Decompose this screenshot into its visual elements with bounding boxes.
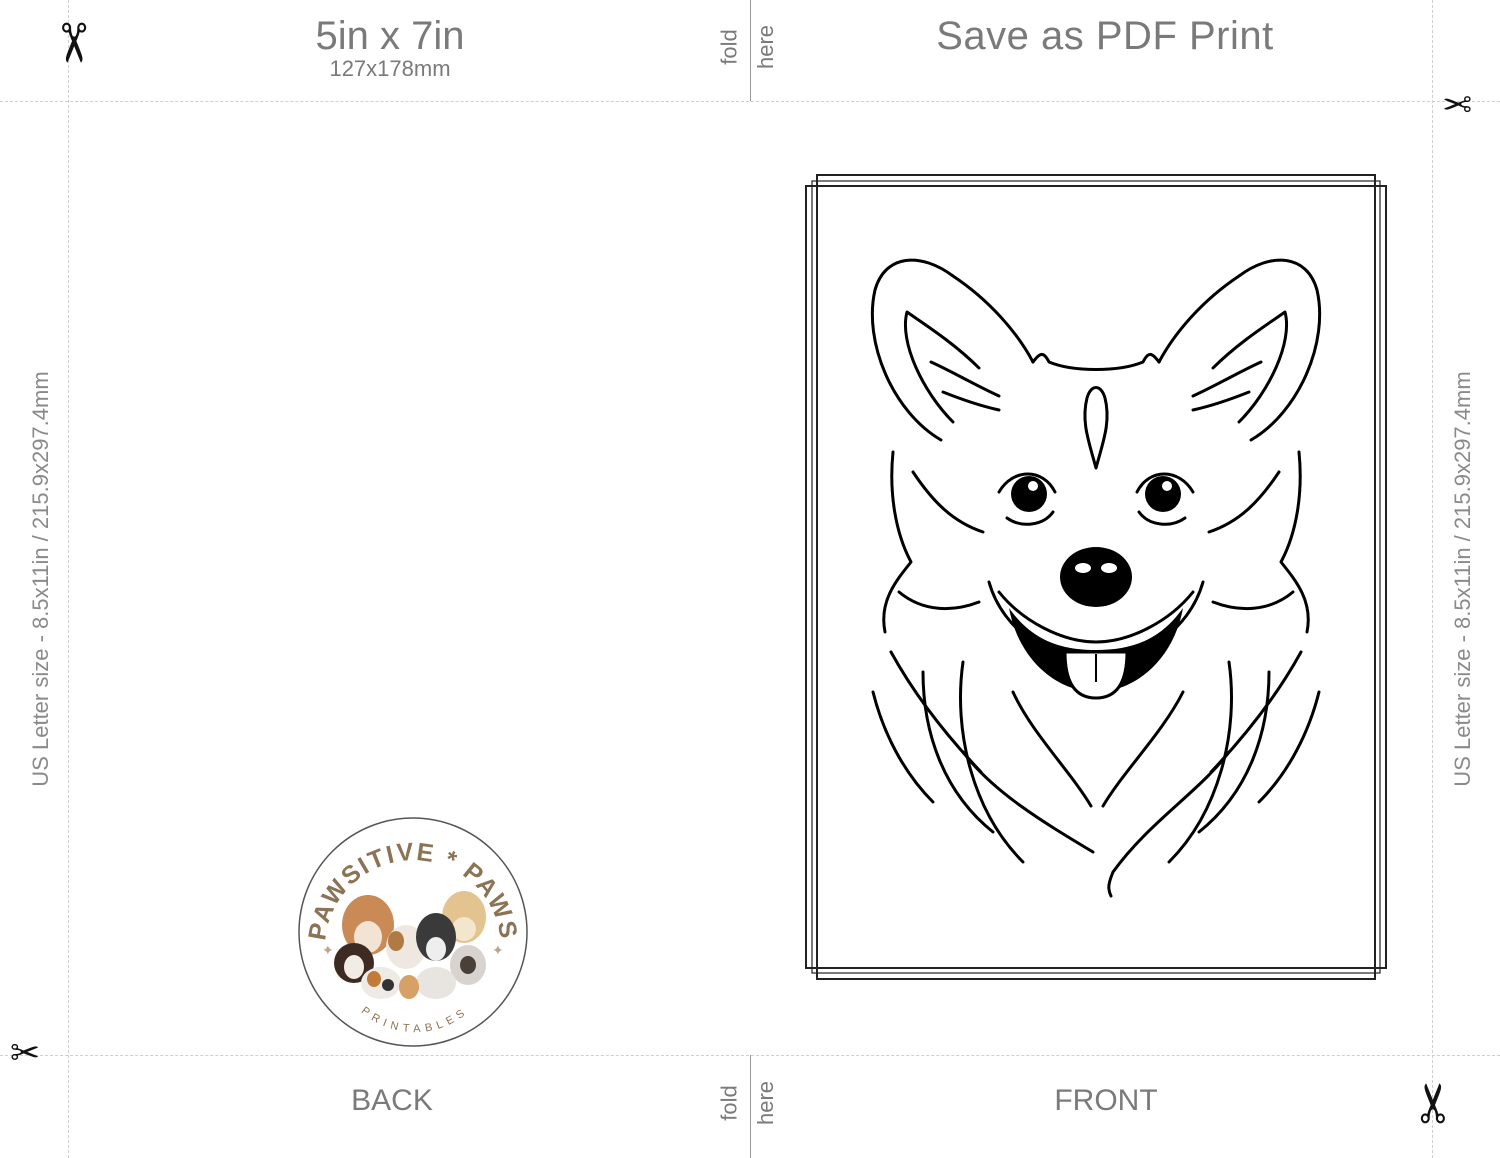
save-print-instruction: Save as PDF Print	[936, 14, 1274, 58]
svg-text:✦: ✦	[322, 943, 334, 959]
back-panel-label: BACK	[351, 1084, 433, 1117]
pawsitive-paws-logo: PAWSITIVE * PAWS PRINTABLES ✦ ✦	[296, 815, 530, 1049]
fold-label-bottom: fold	[716, 1085, 742, 1121]
dog-eyes	[1011, 476, 1181, 512]
scissors-icon: ✂	[41, 20, 105, 66]
here-label-bottom: here	[753, 1080, 779, 1126]
corgi-line-art	[805, 174, 1387, 980]
here-label-top: here	[753, 24, 779, 70]
left-paper-size-label: US Letter size - 8.5x11in / 215.9x297.4m…	[28, 371, 53, 787]
front-panel-label: FRONT	[1054, 1084, 1158, 1117]
fold-label-top: fold	[716, 29, 742, 65]
svg-text:✦: ✦	[492, 943, 504, 959]
right-paper-size-label: US Letter size - 8.5x11in / 215.9x297.4m…	[1450, 371, 1475, 787]
top-fold-line	[750, 0, 751, 101]
card-size-subtitle: 127x178mm	[329, 56, 451, 81]
top-cut-line	[0, 101, 1500, 102]
right-cut-line	[1432, 0, 1433, 1158]
bottom-fold-line	[750, 1055, 751, 1158]
card-size-title: 5in x 7in	[315, 14, 465, 58]
dog-nose	[1060, 547, 1132, 607]
scissors-icon: ✂	[10, 1033, 41, 1074]
scissors-icon: ✂	[1442, 82, 1473, 123]
left-cut-line	[68, 0, 69, 1158]
scissors-icon: ✂	[1402, 1080, 1466, 1126]
front-card-artwork	[803, 172, 1389, 982]
